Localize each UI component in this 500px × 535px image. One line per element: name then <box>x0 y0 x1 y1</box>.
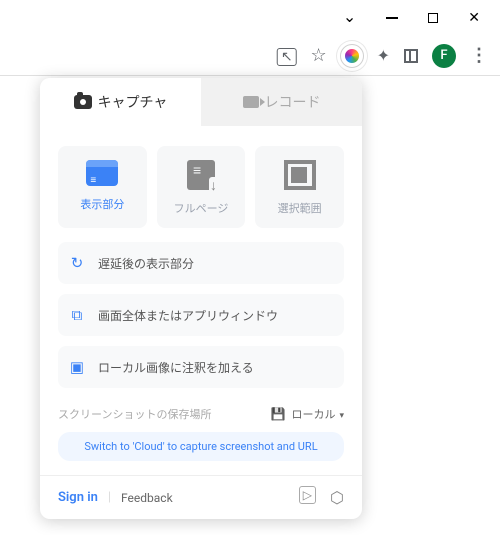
mode-tabs: キャプチャ レコード <box>40 78 362 126</box>
camera-icon <box>74 95 92 109</box>
image-icon: ▣ <box>68 358 86 376</box>
settings-icon[interactable] <box>330 488 344 507</box>
annotate-label: ローカル画像に注釈を加える <box>98 359 254 376</box>
option-full-page[interactable]: フルページ <box>157 146 246 228</box>
share-icon[interactable] <box>277 46 297 66</box>
feedback-link[interactable]: Feedback <box>121 491 173 505</box>
option-full-label: フルページ <box>157 200 246 216</box>
option-desktop-capture[interactable]: ⧉ 画面全体またはアプリウィンドウ <box>58 294 344 336</box>
bookmark-star-icon[interactable] <box>310 45 326 66</box>
capture-options: 表示部分 フルページ 選択範囲 <box>40 126 362 242</box>
option-select-area[interactable]: 選択範囲 <box>255 146 344 228</box>
save-disk-icon <box>271 407 286 421</box>
storage-value: ローカル <box>291 406 344 422</box>
extension-icon[interactable] <box>341 45 363 67</box>
window-controls <box>0 0 500 36</box>
additional-options: ↻ 遅延後の表示部分 ⧉ 画面全体またはアプリウィンドウ ▣ ローカル画像に注釈… <box>40 242 362 388</box>
timer-icon: ↻ <box>68 254 86 272</box>
option-select-label: 選択範囲 <box>255 200 344 216</box>
menu-icon[interactable] <box>470 45 488 66</box>
storage-label: スクリーンショットの保存場所 <box>58 406 211 422</box>
tab-record[interactable]: レコード <box>201 78 362 126</box>
extensions-puzzle-icon[interactable] <box>377 46 390 65</box>
select-area-icon <box>284 160 316 190</box>
desktop-icon: ⧉ <box>68 306 86 324</box>
cloud-tip-banner[interactable]: Switch to 'Cloud' to capture screenshot … <box>58 432 344 461</box>
side-panel-icon[interactable] <box>404 49 418 63</box>
tutorial-icon[interactable] <box>299 488 316 507</box>
footer-divider: | <box>108 490 111 505</box>
extension-popup: キャプチャ レコード 表示部分 フルページ 選択範囲 ↻ 遅延後の表示部分 ⧉ … <box>40 78 362 519</box>
desktop-label: 画面全体またはアプリウィンドウ <box>98 307 278 324</box>
minimize-icon[interactable] <box>386 17 398 19</box>
storage-selector[interactable]: ローカル <box>271 406 344 422</box>
close-icon[interactable] <box>468 10 480 26</box>
option-delayed-capture[interactable]: ↻ 遅延後の表示部分 <box>58 242 344 284</box>
profile-avatar[interactable]: F <box>432 44 456 68</box>
option-visible-label: 表示部分 <box>58 196 147 212</box>
tab-record-label: レコード <box>265 92 321 112</box>
video-icon <box>243 96 259 108</box>
tab-capture[interactable]: キャプチャ <box>40 78 201 126</box>
option-annotate-local[interactable]: ▣ ローカル画像に注釈を加える <box>58 346 344 388</box>
option-visible-area[interactable]: 表示部分 <box>58 146 147 228</box>
tab-capture-label: キャプチャ <box>98 92 168 112</box>
storage-row: スクリーンショットの保存場所 ローカル <box>40 398 362 426</box>
delayed-label: 遅延後の表示部分 <box>98 255 194 272</box>
maximize-icon[interactable] <box>428 13 438 23</box>
browser-toolbar: F <box>0 36 500 76</box>
signin-link[interactable]: Sign in <box>58 490 98 505</box>
window-dropdown-icon[interactable] <box>343 9 356 28</box>
full-page-icon <box>187 160 215 190</box>
visible-area-icon <box>86 160 118 186</box>
popup-footer: Sign in | Feedback <box>40 475 362 519</box>
